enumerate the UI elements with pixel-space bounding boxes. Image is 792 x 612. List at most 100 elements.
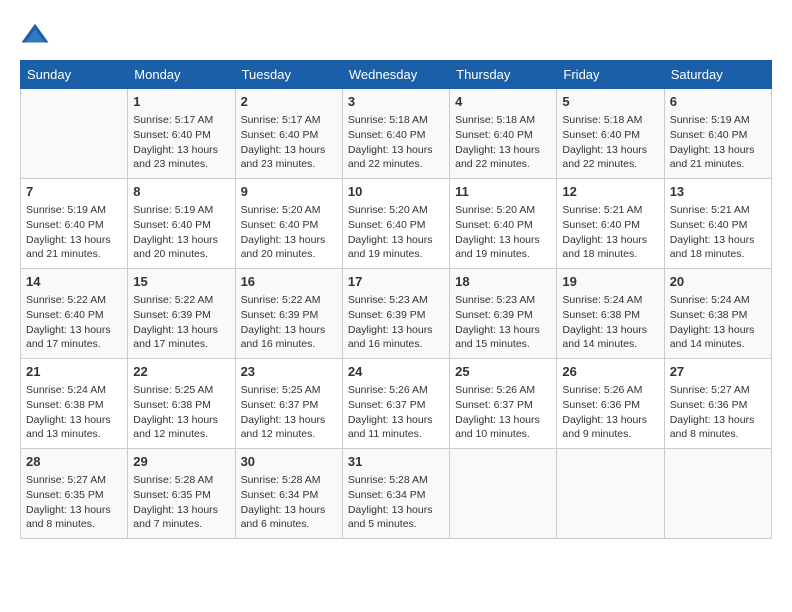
day-number: 1: [133, 93, 229, 111]
day-number: 19: [562, 273, 658, 291]
day-number: 28: [26, 453, 122, 471]
day-number: 12: [562, 183, 658, 201]
calendar-cell: 27 Sunrise: 5:27 AM Sunset: 6:36 PM Dayli…: [664, 359, 771, 449]
day-number: 4: [455, 93, 551, 111]
calendar-week-row: 7 Sunrise: 5:19 AM Sunset: 6:40 PM Daylig…: [21, 179, 772, 269]
day-info: Sunrise: 5:18 AM Sunset: 6:40 PM Dayligh…: [348, 114, 433, 170]
calendar-week-row: 14 Sunrise: 5:22 AM Sunset: 6:40 PM Dayli…: [21, 269, 772, 359]
day-number: 14: [26, 273, 122, 291]
calendar-cell: 14 Sunrise: 5:22 AM Sunset: 6:40 PM Dayli…: [21, 269, 128, 359]
logo: [20, 20, 54, 50]
calendar-cell: [664, 449, 771, 539]
calendar-cell: [21, 89, 128, 179]
day-info: Sunrise: 5:28 AM Sunset: 6:34 PM Dayligh…: [348, 474, 433, 530]
day-info: Sunrise: 5:24 AM Sunset: 6:38 PM Dayligh…: [26, 384, 111, 440]
day-number: 5: [562, 93, 658, 111]
day-number: 25: [455, 363, 551, 381]
day-number: 17: [348, 273, 444, 291]
page-header: [20, 20, 772, 50]
day-info: Sunrise: 5:28 AM Sunset: 6:35 PM Dayligh…: [133, 474, 218, 530]
day-info: Sunrise: 5:22 AM Sunset: 6:39 PM Dayligh…: [241, 294, 326, 350]
calendar-cell: 28 Sunrise: 5:27 AM Sunset: 6:35 PM Dayli…: [21, 449, 128, 539]
day-number: 27: [670, 363, 766, 381]
calendar-cell: 25Sunrise: 5:26 AM Sunset: 6:37 PM Dayli…: [450, 359, 557, 449]
day-info: Sunrise: 5:22 AM Sunset: 6:40 PM Dayligh…: [26, 294, 111, 350]
column-header-monday: Monday: [128, 61, 235, 89]
calendar-cell: 2 Sunrise: 5:17 AM Sunset: 6:40 PM Daylig…: [235, 89, 342, 179]
calendar-cell: 6 Sunrise: 5:19 AM Sunset: 6:40 PM Daylig…: [664, 89, 771, 179]
calendar-cell: 1 Sunrise: 5:17 AM Sunset: 6:40 PM Daylig…: [128, 89, 235, 179]
day-info: Sunrise: 5:20 AM Sunset: 6:40 PM Dayligh…: [241, 204, 326, 260]
calendar-week-row: 21 Sunrise: 5:24 AM Sunset: 6:38 PM Dayli…: [21, 359, 772, 449]
calendar-cell: 13 Sunrise: 5:21 AM Sunset: 6:40 PM Dayli…: [664, 179, 771, 269]
day-number: 13: [670, 183, 766, 201]
column-header-thursday: Thursday: [450, 61, 557, 89]
day-number: 18: [455, 273, 551, 291]
day-info: Sunrise: 5:17 AM Sunset: 6:40 PM Dayligh…: [241, 114, 326, 170]
day-number: 20: [670, 273, 766, 291]
calendar-cell: 18 Sunrise: 5:23 AM Sunset: 6:39 PM Dayli…: [450, 269, 557, 359]
calendar-cell: 20 Sunrise: 5:24 AM Sunset: 6:38 PM Dayli…: [664, 269, 771, 359]
calendar-cell: 8Sunrise: 5:19 AM Sunset: 6:40 PM Daylig…: [128, 179, 235, 269]
day-info: Sunrise: 5:26 AM Sunset: 6:36 PM Dayligh…: [562, 384, 647, 440]
calendar-cell: 12 Sunrise: 5:21 AM Sunset: 6:40 PM Dayli…: [557, 179, 664, 269]
day-info: Sunrise: 5:19 AM Sunset: 6:40 PM Dayligh…: [26, 204, 111, 260]
day-number: 23: [241, 363, 337, 381]
calendar-cell: 4Sunrise: 5:18 AM Sunset: 6:40 PM Daylig…: [450, 89, 557, 179]
day-number: 2: [241, 93, 337, 111]
day-number: 16: [241, 273, 337, 291]
calendar-cell: 15Sunrise: 5:22 AM Sunset: 6:39 PM Dayli…: [128, 269, 235, 359]
day-info: Sunrise: 5:23 AM Sunset: 6:39 PM Dayligh…: [348, 294, 433, 350]
day-info: Sunrise: 5:21 AM Sunset: 6:40 PM Dayligh…: [670, 204, 755, 260]
day-info: Sunrise: 5:19 AM Sunset: 6:40 PM Dayligh…: [670, 114, 755, 170]
day-number: 10: [348, 183, 444, 201]
column-header-saturday: Saturday: [664, 61, 771, 89]
column-header-friday: Friday: [557, 61, 664, 89]
day-number: 22: [133, 363, 229, 381]
calendar-table: SundayMondayTuesdayWednesdayThursdayFrid…: [20, 60, 772, 539]
day-info: Sunrise: 5:24 AM Sunset: 6:38 PM Dayligh…: [670, 294, 755, 350]
calendar-cell: 7 Sunrise: 5:19 AM Sunset: 6:40 PM Daylig…: [21, 179, 128, 269]
calendar-cell: 10 Sunrise: 5:20 AM Sunset: 6:40 PM Dayli…: [342, 179, 449, 269]
day-info: Sunrise: 5:17 AM Sunset: 6:40 PM Dayligh…: [133, 114, 218, 170]
day-number: 9: [241, 183, 337, 201]
day-info: Sunrise: 5:19 AM Sunset: 6:40 PM Dayligh…: [133, 204, 218, 260]
calendar-cell: 16 Sunrise: 5:22 AM Sunset: 6:39 PM Dayli…: [235, 269, 342, 359]
day-number: 6: [670, 93, 766, 111]
day-info: Sunrise: 5:22 AM Sunset: 6:39 PM Dayligh…: [133, 294, 218, 350]
day-info: Sunrise: 5:27 AM Sunset: 6:36 PM Dayligh…: [670, 384, 755, 440]
logo-icon: [20, 20, 50, 50]
day-info: Sunrise: 5:23 AM Sunset: 6:39 PM Dayligh…: [455, 294, 540, 350]
day-number: 30: [241, 453, 337, 471]
calendar-header-row: SundayMondayTuesdayWednesdayThursdayFrid…: [21, 61, 772, 89]
column-header-wednesday: Wednesday: [342, 61, 449, 89]
day-number: 7: [26, 183, 122, 201]
calendar-cell: 24 Sunrise: 5:26 AM Sunset: 6:37 PM Dayli…: [342, 359, 449, 449]
day-number: 21: [26, 363, 122, 381]
calendar-cell: [450, 449, 557, 539]
calendar-cell: 5 Sunrise: 5:18 AM Sunset: 6:40 PM Daylig…: [557, 89, 664, 179]
day-info: Sunrise: 5:27 AM Sunset: 6:35 PM Dayligh…: [26, 474, 111, 530]
day-number: 24: [348, 363, 444, 381]
day-number: 26: [562, 363, 658, 381]
day-info: Sunrise: 5:24 AM Sunset: 6:38 PM Dayligh…: [562, 294, 647, 350]
calendar-cell: 23Sunrise: 5:25 AM Sunset: 6:37 PM Dayli…: [235, 359, 342, 449]
calendar-cell: [557, 449, 664, 539]
day-number: 3: [348, 93, 444, 111]
day-info: Sunrise: 5:26 AM Sunset: 6:37 PM Dayligh…: [348, 384, 433, 440]
calendar-week-row: 1 Sunrise: 5:17 AM Sunset: 6:40 PM Daylig…: [21, 89, 772, 179]
day-number: 31: [348, 453, 444, 471]
day-number: 11: [455, 183, 551, 201]
day-number: 29: [133, 453, 229, 471]
day-info: Sunrise: 5:20 AM Sunset: 6:40 PM Dayligh…: [455, 204, 540, 260]
calendar-cell: 11 Sunrise: 5:20 AM Sunset: 6:40 PM Dayli…: [450, 179, 557, 269]
day-info: Sunrise: 5:25 AM Sunset: 6:38 PM Dayligh…: [133, 384, 218, 440]
calendar-cell: 21 Sunrise: 5:24 AM Sunset: 6:38 PM Dayli…: [21, 359, 128, 449]
calendar-cell: 31 Sunrise: 5:28 AM Sunset: 6:34 PM Dayli…: [342, 449, 449, 539]
calendar-cell: 3 Sunrise: 5:18 AM Sunset: 6:40 PM Daylig…: [342, 89, 449, 179]
calendar-week-row: 28 Sunrise: 5:27 AM Sunset: 6:35 PM Dayli…: [21, 449, 772, 539]
day-info: Sunrise: 5:18 AM Sunset: 6:40 PM Dayligh…: [562, 114, 647, 170]
day-info: Sunrise: 5:20 AM Sunset: 6:40 PM Dayligh…: [348, 204, 433, 260]
day-info: Sunrise: 5:21 AM Sunset: 6:40 PM Dayligh…: [562, 204, 647, 260]
column-header-tuesday: Tuesday: [235, 61, 342, 89]
